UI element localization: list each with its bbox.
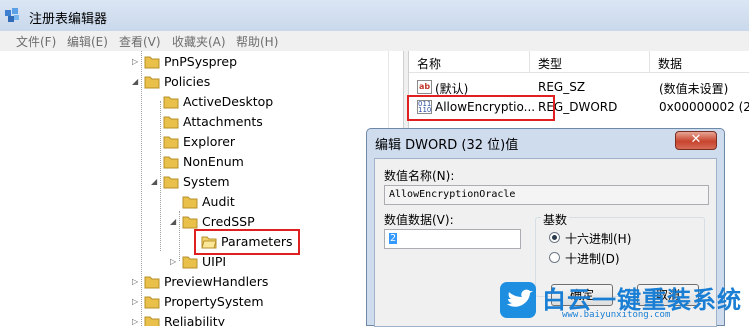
- expand-arrow-icon[interactable]: ▷: [132, 317, 140, 326]
- menu-view[interactable]: 查看(V): [119, 33, 161, 50]
- watermark-url: www.baiyunxitong.com: [562, 310, 671, 320]
- close-button[interactable]: ✕: [675, 131, 717, 150]
- folder-icon: [182, 256, 198, 269]
- menu-file[interactable]: 文件(F): [16, 33, 56, 50]
- watermark-logo: 白云一键重装系统 www.baiyunxitong.com: [500, 280, 749, 326]
- collapse-arrow-icon[interactable]: ◢: [132, 77, 140, 87]
- parameters-highlight: [194, 229, 300, 255]
- title-bar: 注册表编辑器: [0, 0, 749, 31]
- expand-arrow-icon[interactable]: ▷: [132, 297, 140, 307]
- value-name-label: 数值名称(N):: [384, 169, 455, 183]
- menu-help[interactable]: 帮助(H): [236, 33, 278, 50]
- value-data: (数值未设置): [659, 82, 729, 96]
- folder-icon: [144, 276, 160, 289]
- expand-arrow-icon[interactable]: ▷: [132, 277, 140, 287]
- dec-label[interactable]: 十进制(D): [565, 250, 620, 267]
- string-value-icon: ab: [417, 80, 432, 94]
- value-data: 0x00000002 (2): [659, 100, 749, 114]
- folder-icon: [144, 56, 160, 69]
- window-title: 注册表编辑器: [29, 12, 108, 27]
- value-data-input[interactable]: 2: [384, 229, 521, 249]
- bird-logo-icon: [500, 282, 536, 318]
- registry-tree[interactable]: ▷ PnPSysprep ◢ Policies ActiveDesktop At…: [0, 51, 403, 326]
- base-label: 基数: [541, 211, 570, 228]
- folder-icon: [182, 216, 198, 229]
- menu-bar: 文件(F) 编辑(E) 查看(V) 收藏夹(A) 帮助(H): [0, 31, 749, 52]
- folder-icon: [163, 136, 179, 149]
- expand-arrow-icon[interactable]: ▷: [170, 257, 178, 267]
- hex-label[interactable]: 十六进制(H): [565, 230, 631, 247]
- collapse-arrow-icon[interactable]: ◢: [170, 217, 178, 227]
- collapse-arrow-icon[interactable]: ◢: [151, 177, 159, 187]
- value-data-label: 数值数据(V):: [384, 213, 454, 227]
- folder-icon: [163, 116, 179, 129]
- hex-radio[interactable]: [549, 232, 560, 243]
- regedit-icon: [5, 8, 19, 22]
- dialog-title: 编辑 DWORD (32 位)值: [375, 138, 519, 153]
- menu-edit[interactable]: 编辑(E): [67, 33, 108, 50]
- folder-icon: [144, 296, 160, 309]
- column-header-type[interactable]: 类型: [530, 51, 650, 73]
- folder-icon: [163, 96, 179, 109]
- folder-icon: [163, 156, 179, 169]
- folder-icon: [144, 76, 160, 89]
- value-type: REG_SZ: [538, 80, 586, 94]
- column-header-name[interactable]: 名称: [409, 51, 530, 73]
- allowencryption-highlight: [407, 95, 555, 121]
- folder-icon: [163, 176, 179, 189]
- folder-icon: [144, 316, 160, 326]
- folder-icon: [182, 196, 198, 209]
- value-name-field: AllowEncryptionOracle: [384, 185, 709, 205]
- close-icon: ✕: [690, 132, 702, 147]
- menu-favorites[interactable]: 收藏夹(A): [172, 33, 226, 50]
- dec-radio[interactable]: [549, 252, 560, 263]
- column-header-data[interactable]: 数据: [650, 51, 749, 73]
- expand-arrow-icon[interactable]: ▷: [132, 57, 140, 67]
